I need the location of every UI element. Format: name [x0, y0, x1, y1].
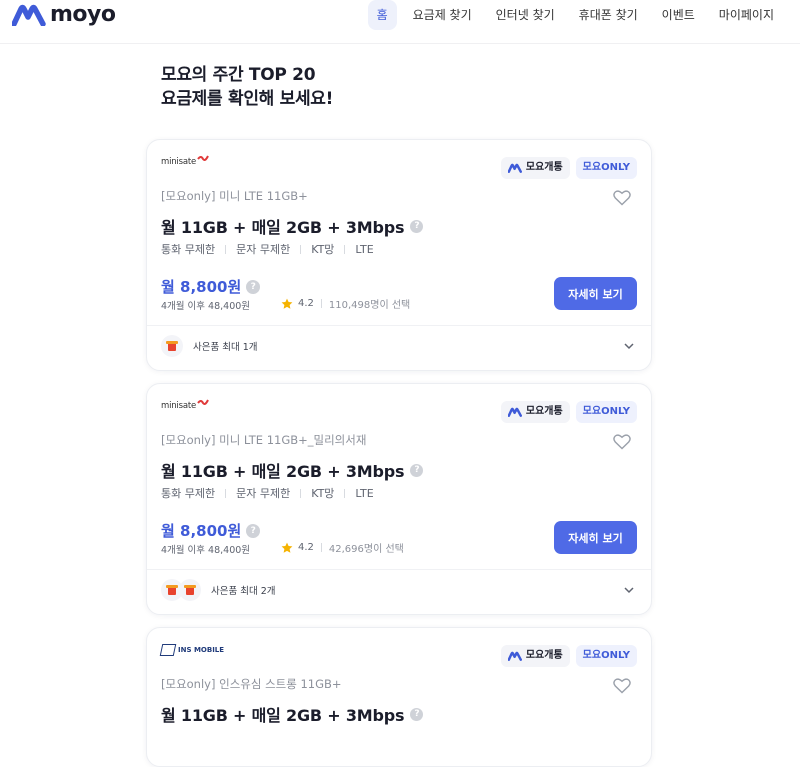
plan-price: 월 8,800원 ? — [161, 520, 261, 541]
badge-group: 모요개통 모요ONLY — [500, 645, 637, 667]
divider — [320, 543, 322, 552]
help-icon[interactable]: ? — [410, 707, 424, 721]
carrier-logo-text: INS MOBILE — [159, 644, 224, 656]
selected-count: 42,696명이 선택 — [328, 544, 404, 555]
star-icon — [281, 542, 293, 553]
rating-value: 4.2 — [298, 542, 314, 553]
nav-phone-search[interactable]: 휴대폰 찾기 — [567, 0, 650, 30]
tag-type: LTE — [355, 486, 374, 500]
moyo-only-badge: 모요ONLY — [575, 645, 637, 667]
help-icon[interactable]: ? — [410, 219, 424, 233]
divider — [300, 244, 302, 254]
divider — [344, 244, 346, 254]
price-after-period: 4개월 이후 48,400원 — [161, 301, 251, 312]
plan-tags: 통화 무제한 문자 무제한 KT망 LTE — [161, 241, 374, 257]
moyo-mini-icon — [507, 163, 522, 173]
view-details-button[interactable]: 자세히 보기 — [554, 521, 637, 554]
divider — [225, 244, 227, 254]
tag-call: 통화 무제한 — [161, 243, 216, 256]
plan-title: 월 11GB + 매일 2GB + 3Mbps ? — [161, 458, 424, 482]
tag-network: KT망 — [311, 243, 335, 256]
moyo-only-badge: 모요ONLY — [575, 401, 637, 423]
carrier-logo-text: minisate — [161, 155, 209, 167]
moyo-logo-icon — [12, 4, 46, 26]
moyo-logo[interactable]: moyo — [12, 3, 116, 27]
moyo-activation-badge: 모요개통 — [500, 645, 570, 667]
badge-group: 모요개통 모요ONLY — [500, 157, 637, 179]
rating-value: 4.2 — [298, 298, 314, 309]
heading-line-1: 모요의 주간 TOP 20 — [161, 65, 316, 85]
moyo-mini-icon — [507, 651, 522, 661]
plan-card[interactable]: minisate 모요개통 모요ONLY [모요only] 미니 LTE 11G… — [146, 139, 652, 371]
chevron-down-icon[interactable] — [623, 584, 635, 596]
tag-network: KT망 — [311, 487, 335, 500]
moyo-mini-icon — [507, 407, 522, 417]
carrier-logo-mark — [197, 399, 209, 405]
tag-sms: 문자 무제한 — [236, 243, 291, 256]
price-after-period: 4개월 이후 48,400원 — [161, 545, 251, 556]
favorite-heart-icon[interactable] — [613, 678, 631, 694]
favorite-heart-icon[interactable] — [613, 190, 631, 206]
tag-call: 통화 무제한 — [161, 487, 216, 500]
main-nav: 홈 요금제 찾기 인터넷 찾기 휴대폰 찾기 이벤트 마이페이지 — [367, 0, 786, 30]
price-help-icon[interactable]: ? — [246, 523, 261, 538]
section-heading: 모요의 주간 TOP 20 요금제를 확인해 보세요! — [161, 63, 333, 111]
view-details-button[interactable]: 자세히 보기 — [554, 277, 637, 310]
plan-card[interactable]: INS MOBILE 모요개통 모요ONLY [모요only] 인스유심 스트롱… — [146, 627, 652, 767]
gift-icon — [179, 579, 201, 601]
carrier-logo-mark — [197, 155, 209, 161]
divider — [225, 488, 227, 498]
help-icon[interactable]: ? — [410, 463, 424, 477]
nav-internet-search[interactable]: 인터넷 찾기 — [484, 0, 567, 30]
moyo-only-badge: 모요ONLY — [575, 157, 637, 179]
logo-text: moyo — [50, 2, 116, 27]
moyo-activation-badge: 모요개통 — [500, 157, 570, 179]
nav-events[interactable]: 이벤트 — [650, 0, 707, 30]
badge-group: 모요개통 모요ONLY — [500, 401, 637, 423]
carrier-logo: minisate — [161, 398, 209, 414]
card-divider — [147, 569, 651, 570]
chevron-down-icon[interactable] — [623, 340, 635, 352]
carrier-logo-text: minisate — [161, 399, 209, 411]
gift-icon — [161, 335, 183, 357]
divider — [300, 488, 302, 498]
rating: 4.2 42,696명이 선택 — [281, 540, 404, 555]
divider — [320, 299, 322, 308]
card-divider — [147, 325, 651, 326]
selected-count: 110,498명이 선택 — [328, 300, 411, 311]
star-icon — [281, 298, 293, 309]
plan-subtitle: [모요only] 인스유심 스트롱 11GB+ — [161, 677, 342, 691]
heading-line-2: 요금제를 확인해 보세요! — [161, 89, 334, 109]
plan-price: 월 8,800원 ? — [161, 276, 261, 297]
nav-plan-search[interactable]: 요금제 찾기 — [401, 0, 484, 30]
moyo-activation-badge: 모요개통 — [500, 401, 570, 423]
plan-title: 월 11GB + 매일 2GB + 3Mbps ? — [161, 214, 424, 238]
carrier-logo: minisate — [161, 154, 209, 170]
nav-mypage[interactable]: 마이페이지 — [707, 0, 786, 30]
plan-tags: 통화 무제한 문자 무제한 KT망 LTE — [161, 485, 374, 501]
divider — [344, 488, 346, 498]
nav-home[interactable]: 홈 — [367, 0, 397, 30]
gift-row[interactable]: 사은품 최대 2개 — [161, 579, 637, 601]
rating: 4.2 110,498명이 선택 — [281, 296, 410, 311]
plan-title: 월 11GB + 매일 2GB + 3Mbps ? — [161, 702, 424, 726]
gift-text: 사은품 최대 2개 — [211, 586, 276, 597]
plan-card[interactable]: minisate 모요개통 모요ONLY [모요only] 미니 LTE 11G… — [146, 383, 652, 615]
tag-type: LTE — [355, 242, 374, 256]
tag-sms: 문자 무제한 — [236, 487, 291, 500]
favorite-heart-icon[interactable] — [613, 434, 631, 450]
price-help-icon[interactable]: ? — [246, 279, 261, 294]
top-navigation-bar: moyo 홈 요금제 찾기 인터넷 찾기 휴대폰 찾기 이벤트 마이페이지 — [0, 0, 800, 44]
gift-text: 사은품 최대 1개 — [193, 342, 258, 353]
ins-mobile-logo-mark — [159, 644, 177, 656]
gift-row[interactable]: 사은품 최대 1개 — [161, 335, 637, 357]
plan-subtitle: [모요only] 미니 LTE 11GB+ — [161, 189, 308, 203]
plan-subtitle: [모요only] 미니 LTE 11GB+_밀리의서재 — [161, 433, 367, 447]
carrier-logo: INS MOBILE — [159, 642, 224, 658]
